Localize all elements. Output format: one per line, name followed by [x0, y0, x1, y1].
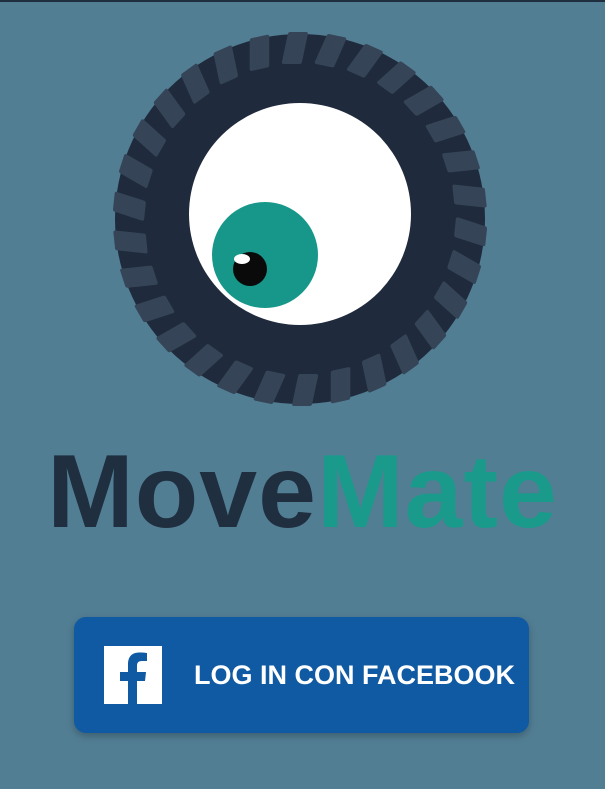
brand-name-part-1: Move: [47, 434, 317, 550]
tire-tread-icon: [452, 184, 487, 208]
iris-icon: [212, 202, 318, 308]
app-brand: MoveMate: [0, 432, 605, 552]
top-divider: [0, 0, 605, 2]
tire-tread-icon: [442, 150, 480, 173]
tire-tread-icon: [120, 265, 158, 288]
facebook-logo-icon: [104, 646, 162, 704]
facebook-login-button[interactable]: LOG IN CON FACEBOOK: [74, 617, 529, 733]
tire-tread-icon: [113, 230, 148, 254]
facebook-login-label: LOG IN CON FACEBOOK: [194, 659, 516, 690]
app-logo: [105, 24, 495, 414]
eye-highlight-icon: [234, 254, 250, 264]
brand-name-part-2: Mate: [316, 434, 558, 550]
tire-tread-icon: [330, 367, 351, 404]
eye-in-tire-logo-icon: [112, 32, 488, 406]
tire-tread-icon: [249, 34, 270, 71]
